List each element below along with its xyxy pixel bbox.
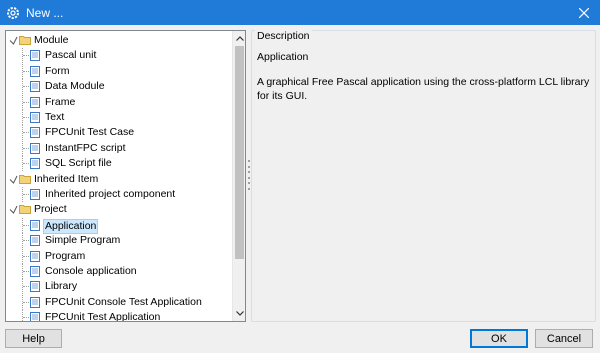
document-icon [30, 312, 41, 321]
tree-item[interactable]: FPCUnit Test Case [6, 125, 232, 141]
tree-item[interactable]: Text [6, 110, 232, 125]
tree-expander-icon[interactable] [9, 175, 18, 184]
tree-item-label: Form [45, 64, 70, 77]
scroll-down-arrow-icon[interactable] [233, 307, 245, 320]
tree-item[interactable]: Application [6, 217, 232, 234]
folder-icon [19, 204, 31, 215]
tree-item[interactable]: FPCUnit Test Application [6, 310, 232, 322]
tree-item[interactable]: Frame [6, 94, 232, 110]
document-icon [30, 250, 41, 262]
tree-folder[interactable]: Project [6, 202, 232, 217]
tree-scrollbar[interactable] [232, 31, 245, 321]
scroll-thumb[interactable] [235, 46, 244, 259]
tree-item[interactable]: InstantFPC script [6, 140, 232, 156]
tree-item-label: Console application [45, 265, 137, 277]
document-icon [30, 158, 41, 170]
window-title: New ... [26, 5, 64, 20]
template-tree[interactable]: Module Pascal unit Form Data Module Frame Tex… [5, 30, 246, 322]
tree-item-label: Project [34, 203, 67, 216]
tree-item-label: Data Module [45, 80, 105, 93]
document-icon [30, 142, 41, 154]
tree-expander-icon[interactable] [9, 36, 18, 45]
tree-connector [23, 117, 29, 118]
tree-item[interactable]: FPCUnit Console Test Application [6, 294, 232, 310]
tree-connector [22, 310, 23, 321]
document-icon [30, 219, 41, 231]
tree-connector [23, 70, 29, 72]
tree-item-label: Text [45, 111, 65, 123]
document-icon [30, 266, 41, 277]
tree-connector [23, 163, 29, 165]
panel-splitter[interactable] [247, 160, 250, 190]
tree-connector [23, 317, 29, 319]
tree-item-label: Simple Program [45, 234, 121, 247]
tree-expander-icon[interactable] [9, 205, 18, 215]
ok-button[interactable]: OK [470, 329, 528, 348]
scroll-up-arrow-icon[interactable] [233, 32, 245, 45]
tree-connector [23, 132, 29, 134]
cancel-button[interactable]: Cancel [535, 329, 593, 348]
help-button[interactable]: Help [5, 329, 62, 348]
tree-item-label: Module [34, 34, 69, 46]
tree-connector [23, 147, 29, 149]
document-icon [30, 96, 41, 108]
document-icon [30, 81, 41, 93]
folder-icon [19, 174, 31, 185]
tree-item[interactable]: Console application [6, 264, 232, 279]
document-icon [30, 50, 41, 62]
tree-item-label: Inherited project component [45, 188, 176, 200]
tree-item-label: Program [45, 249, 86, 262]
tree-item-label: Inherited Item [34, 172, 99, 185]
document-icon [30, 127, 41, 139]
tree-connector [23, 240, 29, 242]
folder-icon [19, 35, 31, 46]
tree-item[interactable]: Data Module [6, 79, 232, 95]
tree-connector [23, 271, 29, 272]
document-icon [30, 65, 41, 77]
app-gear-icon [6, 6, 20, 20]
description-heading: Application [257, 51, 309, 63]
tree-connector [23, 86, 29, 88]
tree-item[interactable]: Form [6, 63, 232, 79]
close-icon[interactable] [574, 3, 594, 22]
tree-connector [23, 101, 29, 103]
tree-item-label: Pascal unit [45, 49, 97, 62]
tree-item-label: SQL Script file [45, 157, 112, 170]
tree-connector [23, 55, 29, 57]
description-group [251, 30, 596, 322]
tree-item-label: FPCUnit Test Case [45, 126, 135, 139]
tree-item-label: FPCUnit Console Test Application [45, 295, 202, 308]
tree-item-label: Application [43, 218, 99, 234]
tree-folder[interactable]: Inherited Item [6, 172, 232, 187]
tree-item[interactable]: Pascal unit [6, 48, 232, 64]
document-icon [30, 296, 41, 308]
document-icon [30, 235, 41, 247]
tree-connector [23, 301, 29, 303]
tree-item-label: Library [45, 280, 78, 293]
document-icon [30, 112, 41, 123]
document-icon [30, 189, 41, 200]
document-icon [30, 281, 41, 293]
tree-folder[interactable]: Module [6, 33, 232, 48]
title-bar: New ... [0, 0, 600, 25]
tree-connector [23, 224, 29, 226]
description-text: A graphical Free Pascal application usin… [257, 76, 590, 102]
tree-item[interactable]: Simple Program [6, 233, 232, 249]
tree-item-label: InstantFPC script [45, 141, 126, 154]
tree-item-label: FPCUnit Test Application [45, 311, 161, 322]
description-group-label: Description [255, 30, 312, 42]
tree-item[interactable]: Inherited project component [6, 187, 232, 202]
tree-connector [23, 194, 29, 195]
tree-item[interactable]: SQL Script file [6, 156, 232, 172]
tree-item[interactable]: Program [6, 248, 232, 264]
tree-item[interactable]: Library [6, 279, 232, 295]
tree-item-label: Frame [45, 95, 76, 108]
tree-connector [23, 286, 29, 288]
tree-connector [23, 255, 29, 257]
